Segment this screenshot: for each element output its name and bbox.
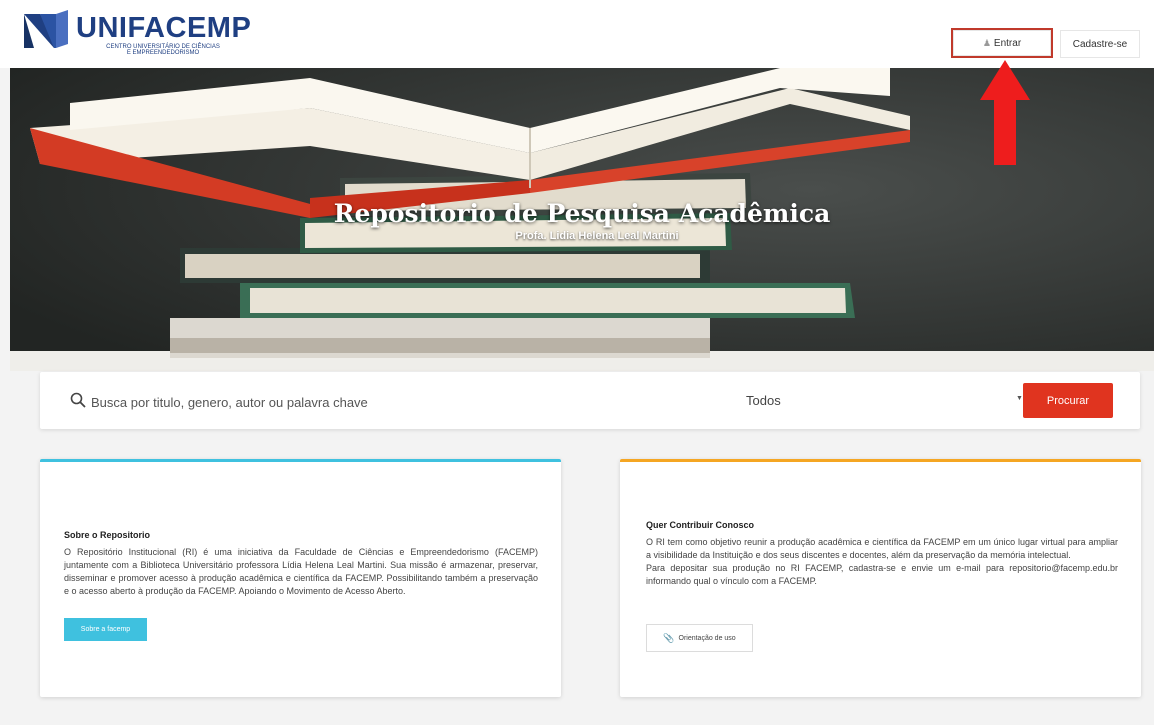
usage-guide-button[interactable]: 📎 Orientação de uso — [646, 624, 753, 652]
unifacemp-logo[interactable]: UNIFACEMP CENTRO UNIVERSITÁRIO DE CIÊNCI… — [20, 8, 260, 58]
login-button[interactable]: ♟ Entrar — [951, 28, 1053, 58]
usage-guide-button-label: Orientação de uso — [678, 634, 736, 642]
about-card: Sobre o Repositorio O Repositório Instit… — [40, 459, 561, 697]
category-select[interactable]: Todos ▼ — [660, 389, 1028, 413]
user-icon: ♟ — [982, 37, 991, 48]
about-heading: Sobre o Repositorio — [64, 530, 151, 540]
about-facemp-button[interactable]: Sobre a facemp — [64, 618, 147, 641]
hero-title: Repositorio de Pesquisa Acadêmica — [333, 199, 831, 228]
contribute-text-2: Para depositar sua produção no RI FACEMP… — [646, 563, 1118, 586]
logo-tagline: CENTRO UNIVERSITÁRIO DE CIÊNCIAS E EMPRE… — [98, 44, 228, 56]
about-facemp-button-label: Sobre a facemp — [80, 626, 131, 633]
about-text: O Repositório Institucional (RI) é uma i… — [64, 547, 538, 596]
top-navbar: UNIFACEMP CENTRO UNIVERSITÁRIO DE CIÊNCI… — [0, 0, 1154, 68]
contribute-card: Quer Contribuir Conosco O RI tem como ob… — [620, 459, 1141, 697]
paperclip-icon: 📎 — [663, 632, 675, 643]
logo-wordmark: UNIFACEMP — [76, 12, 252, 44]
search-submit-label: Procurar — [1046, 394, 1090, 407]
logo-tagline-line2: E EMPREENDEDORISMO — [126, 50, 200, 56]
book-logo-icon — [24, 10, 68, 48]
search-icon — [70, 392, 86, 408]
chevron-down-icon: ▼ — [1016, 395, 1023, 402]
search-bar: Todos ▼ Procurar — [40, 372, 1140, 429]
contribute-text: O RI tem como objetivo reunir a produção… — [646, 536, 1118, 588]
login-button-label: Entrar — [993, 37, 1022, 49]
category-select-value: Todos — [746, 393, 781, 408]
hero-subtitle: Profa. Lidia Helena Leal Martini — [515, 230, 679, 242]
signup-button-label: Cadastre-se — [1072, 38, 1128, 50]
search-submit-button[interactable]: Procurar — [1023, 383, 1113, 418]
contribute-text-1: O RI tem como objetivo reunir a produção… — [646, 537, 1118, 560]
signup-button[interactable]: Cadastre-se — [1060, 30, 1140, 58]
contribute-heading: Quer Contribuir Conosco — [646, 520, 754, 530]
search-input[interactable] — [89, 389, 613, 415]
red-arrow-icon — [980, 60, 1030, 165]
